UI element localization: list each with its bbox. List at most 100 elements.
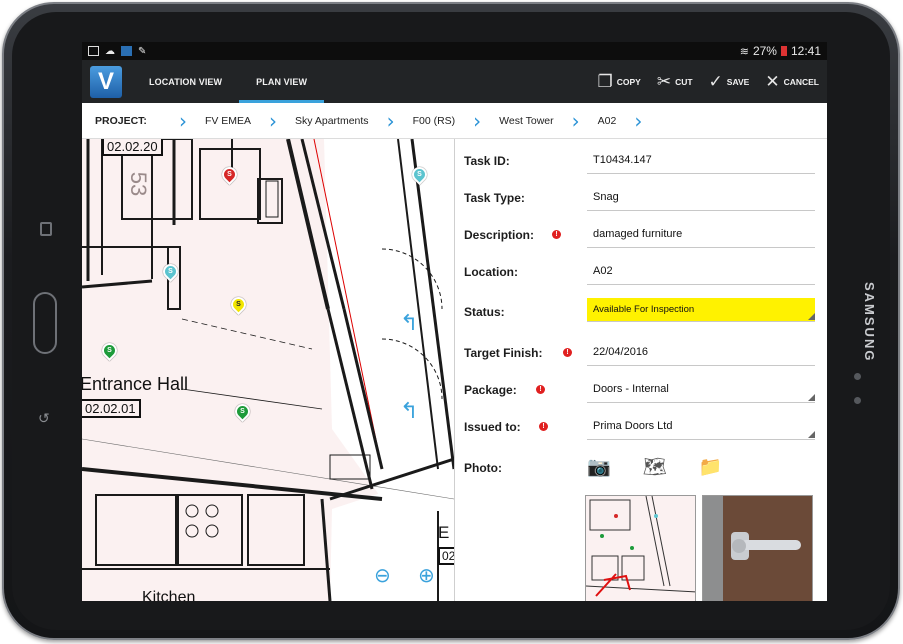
task-id-field[interactable]: T10434.147	[587, 150, 815, 174]
room-name-label: Entrance Hall	[82, 374, 189, 394]
map-icon[interactable]: 🗺	[643, 455, 667, 479]
cut-button[interactable]: ✂ CUT	[649, 72, 701, 92]
pin-letter: S	[227, 171, 232, 178]
zoom-in-icon[interactable]: ⊕	[418, 563, 435, 587]
package-row: Package: ! Doors - Internal	[455, 375, 827, 405]
save-label: SAVE	[726, 76, 750, 87]
cut-label: CUT	[675, 76, 693, 87]
status-dropdown[interactable]: Available For Inspection	[587, 298, 815, 322]
chevron-right-icon: ›	[269, 108, 278, 133]
status-bar: ☁ ✎ ≋ 27% 12:41	[82, 42, 827, 60]
pin-letter: S	[236, 301, 241, 308]
target-finish-row: Target Finish: ! 22/04/2016	[455, 338, 827, 368]
back-key[interactable]: ↺	[38, 410, 50, 427]
copy-label: COPY	[616, 76, 641, 87]
breadcrumb-label: PROJECT:	[95, 114, 147, 127]
task-id-label: Task ID:	[464, 154, 510, 168]
target-finish-label: Target Finish:	[464, 346, 543, 360]
camera-icon[interactable]: 📷	[587, 455, 611, 479]
wifi-icon: ≋	[739, 45, 749, 58]
breadcrumb-item-unit[interactable]: A02	[598, 115, 617, 127]
screen: ☁ ✎ ≋ 27% 12:41 V LOCATION VIEW PLAN VIE…	[82, 42, 827, 601]
tab-label: LOCATION VIEW	[149, 76, 223, 87]
home-button[interactable]	[33, 292, 57, 354]
plan-thumbnail-image	[586, 496, 695, 601]
gallery-notification-icon	[88, 46, 99, 56]
photo-label: Photo:	[464, 461, 502, 475]
floor-plan[interactable]: 02.02.20 Entrance Hall 02.02.01 Kitchen …	[82, 139, 454, 601]
required-icon: !	[552, 230, 561, 239]
package-label: Package:	[464, 383, 517, 397]
room-number-label: 02	[438, 547, 454, 565]
battery-percent: 27%	[752, 44, 777, 58]
tab-label: PLAN VIEW	[256, 76, 308, 87]
location-field[interactable]: A02	[587, 261, 815, 285]
package-dropdown[interactable]: Doors - Internal	[587, 379, 815, 403]
brand-logo: SAMSUNG	[862, 282, 877, 363]
copy-icon: ❐	[597, 71, 613, 91]
zoom-out-icon[interactable]: ⊖	[374, 563, 391, 587]
breadcrumb: PROJECT: › FV EMEA › Sky Apartments › F0…	[82, 103, 827, 139]
task-type-field[interactable]: Snag	[587, 187, 815, 211]
room-number-label: 02.02.01	[82, 399, 141, 418]
breadcrumb-item-site[interactable]: Sky Apartments	[295, 115, 369, 127]
required-icon: !	[563, 348, 572, 357]
description-row: Description: ! damaged furniture	[455, 220, 827, 250]
required-icon: !	[539, 422, 548, 431]
photo-thumbnail-plan[interactable]	[585, 495, 696, 601]
cancel-label: CANCEL	[783, 76, 819, 87]
breadcrumb-item-project[interactable]: FV EMEA	[205, 115, 251, 127]
target-finish-field[interactable]: 22/04/2016	[587, 342, 815, 366]
required-icon: !	[536, 385, 545, 394]
chevron-right-icon: ›	[473, 108, 482, 133]
photo-actions: 📷 🗺 📁	[587, 455, 722, 479]
recent-apps-key[interactable]	[40, 222, 52, 236]
breadcrumb-item-block[interactable]: West Tower	[499, 115, 553, 127]
app-notification-icon	[121, 46, 132, 56]
close-icon: ✕	[765, 71, 780, 91]
issued-to-row: Issued to: ! Prima Doors Ltd	[455, 412, 827, 442]
pin-letter: S	[107, 347, 112, 354]
task-id-row: Task ID: T10434.147	[455, 146, 827, 176]
location-row: Location: A02	[455, 257, 827, 287]
save-button[interactable]: ✓ SAVE	[701, 72, 758, 92]
folder-icon[interactable]: 📁	[699, 455, 723, 479]
check-icon: ✓	[708, 71, 723, 91]
room-number-label: 53	[126, 171, 152, 197]
clock: 12:41	[790, 44, 821, 58]
status-label: Status:	[464, 305, 505, 319]
chevron-right-icon[interactable]: ›	[634, 111, 642, 131]
room-name-label: E	[438, 523, 450, 542]
floor-plan-drawing	[82, 139, 454, 601]
task-type-label: Task Type:	[464, 191, 525, 205]
chevron-right-icon: ›	[571, 108, 580, 133]
description-label: Description:	[464, 228, 535, 242]
breadcrumb-item-floor[interactable]: F00 (RS)	[413, 115, 456, 127]
issued-to-dropdown[interactable]: Prima Doors Ltd	[587, 416, 815, 440]
door-photo-image	[703, 496, 812, 601]
photo-thumbnail-door[interactable]	[702, 495, 813, 601]
pin-letter: S	[168, 268, 173, 275]
location-label: Location:	[464, 265, 518, 279]
app-bar: V LOCATION VIEW PLAN VIEW ❐ COPY ✂ CUT ✓…	[82, 60, 827, 103]
task-form: Task ID: T10434.147 Task Type: Snag Desc…	[454, 139, 827, 601]
tab-location-view[interactable]: LOCATION VIEW	[132, 60, 239, 103]
chevron-right-icon: ›	[386, 108, 395, 133]
status-row: Status: Available For Inspection	[455, 297, 827, 327]
pin-letter: S	[240, 408, 245, 415]
cloud-notification-icon: ☁	[105, 45, 115, 57]
chevron-right-icon: ›	[178, 108, 187, 133]
battery-icon	[780, 46, 787, 56]
task-type-row: Task Type: Snag	[455, 183, 827, 213]
room-name-label: Kitchen	[142, 589, 196, 601]
tab-plan-view[interactable]: PLAN VIEW	[239, 60, 324, 103]
room-number-label: 02.02.20	[102, 139, 163, 156]
description-field[interactable]: damaged furniture	[587, 224, 815, 248]
cancel-button[interactable]: ✕ CANCEL	[757, 72, 827, 92]
app-logo[interactable]: V	[90, 66, 122, 98]
clipboard-notification-icon: ✎	[138, 45, 147, 57]
plan-arrow-icon: ↰	[400, 311, 419, 336]
copy-button[interactable]: ❐ COPY	[589, 72, 648, 92]
plan-arrow-icon: ↰	[400, 399, 419, 424]
pin-letter: S	[417, 171, 422, 178]
